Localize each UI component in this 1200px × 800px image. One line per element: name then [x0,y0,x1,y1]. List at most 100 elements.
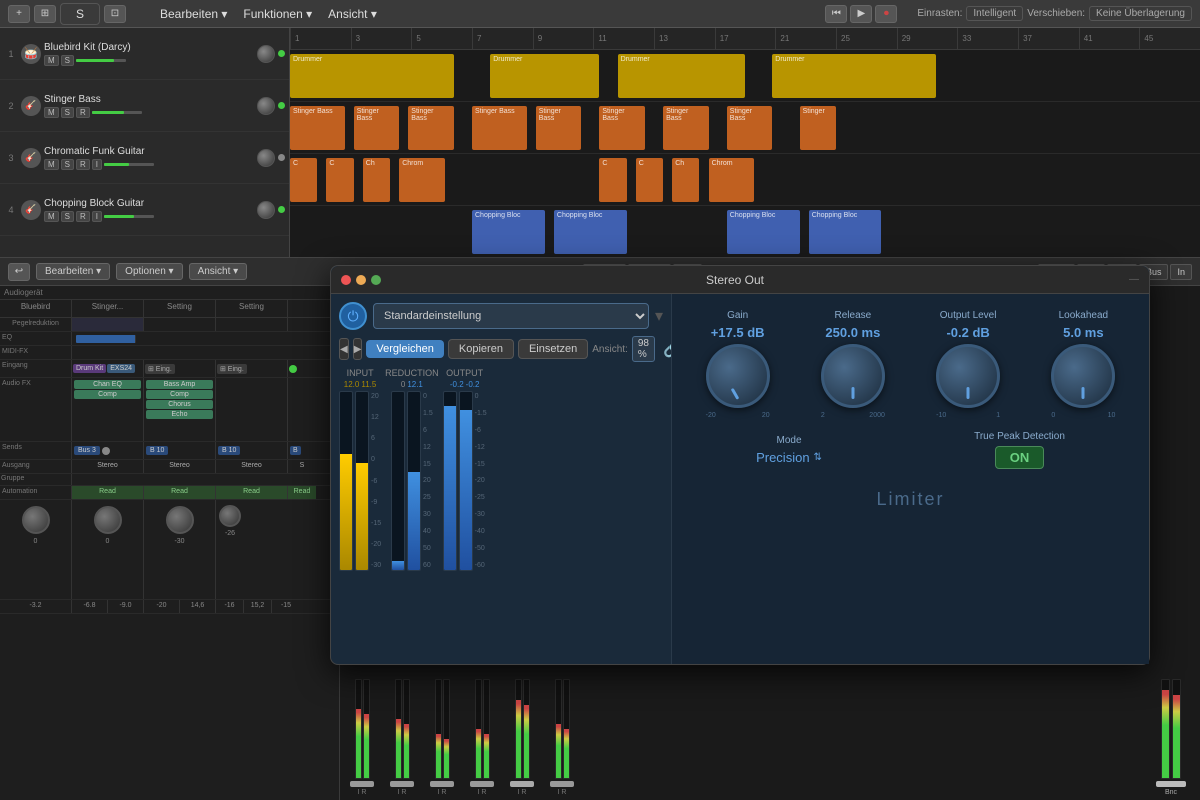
track-input-3[interactable]: I [92,159,102,170]
clip-guitar-1[interactable]: C [290,158,317,202]
track-solo-1[interactable]: S [61,55,74,66]
next-preset-button[interactable]: ▶ [353,338,363,360]
track-volume-knob-2[interactable] [257,97,275,115]
send-b[interactable]: B [290,446,301,455]
sec-view-button[interactable]: Ansicht ▾ [189,263,248,280]
comp-insert-2[interactable]: Comp [146,390,213,399]
clip-chopping-3[interactable]: Chopping Bloc [727,210,800,254]
clip-chopping-2[interactable]: Chopping Bloc [554,210,627,254]
clip-bass-3[interactable]: Stinger Bass [408,106,454,150]
library-button[interactable]: ⊞ [34,5,56,23]
close-dot[interactable] [341,275,351,285]
send-bus3[interactable]: Bus 3 [74,446,100,455]
track-volume-knob-1[interactable] [257,45,275,63]
exs24-insert[interactable]: EXS24 [107,364,135,373]
track-fader-3[interactable] [104,163,154,166]
power-button[interactable]: ⏻ [339,302,367,330]
clip-drummer-4[interactable]: Drummer [772,54,936,98]
minimize-dot[interactable] [356,275,366,285]
track-fader-2[interactable] [92,111,142,114]
track-volume-knob-3[interactable] [257,149,275,167]
send-b10-2[interactable]: B 10 [218,446,240,455]
fader-handle-2[interactable] [390,781,414,787]
clip-bass-4[interactable]: Stinger Bass [472,106,527,150]
menu-ansicht[interactable]: Ansicht ▾ [322,5,383,23]
record-button[interactable]: ⏺ [875,5,897,23]
track-fader-4[interactable] [104,215,154,218]
move-value[interactable]: Keine Überlagerung [1089,6,1192,21]
pan-knob-3[interactable] [166,506,194,534]
ausgang-ch4[interactable]: S [288,460,316,473]
play-button[interactable]: ▶ [850,5,872,23]
track-mute-2[interactable]: M [44,107,59,118]
clip-drummer-3[interactable]: Drummer [618,54,745,98]
clip-bass-1[interactable]: Stinger Bass [290,106,345,150]
bass-amp-insert[interactable]: Bass Amp [146,380,213,389]
fader-handle-1[interactable] [350,781,374,787]
chan-eq-insert[interactable]: Chan EQ [74,380,141,389]
fader-handle-5[interactable] [510,781,534,787]
clip-guitar-2[interactable]: C [326,158,353,202]
clip-bass-6[interactable]: Stinger Bass [599,106,645,150]
menu-bearbeiten[interactable]: Bearbeiten ▾ [154,5,233,23]
window-button[interactable]: ⊡ [104,5,126,23]
view-value[interactable]: 98 % [632,336,655,362]
mode-value[interactable]: Precision ⇅ [756,450,822,465]
clip-bass-5[interactable]: Stinger Bass [536,106,582,150]
clip-bass-2[interactable]: Stinger Bass [354,106,400,150]
snap-value[interactable]: Intelligent [966,6,1023,21]
chorus-insert[interactable]: Chorus [146,400,213,409]
echo-insert[interactable]: Echo [146,410,213,419]
paste-button[interactable]: Einsetzen [518,339,588,359]
pan-knob-2[interactable] [94,506,122,534]
maximize-dot[interactable] [371,275,381,285]
track-mute-1[interactable]: M [44,55,59,66]
clip-guitar-3[interactable]: Ch [363,158,390,202]
fader-handle-3[interactable] [430,781,454,787]
track-record-3[interactable]: R [76,159,90,170]
gain-knob[interactable] [706,344,770,408]
clip-drummer-1[interactable]: Drummer [290,54,454,98]
track-record-4[interactable]: R [76,211,90,222]
ausgang-ch1[interactable]: Stereo [72,460,144,473]
track-solo-2[interactable]: S [61,107,74,118]
rewind-button[interactable]: ⏮ [825,5,847,23]
comp-insert-1[interactable]: Comp [74,390,141,399]
track-fader-1[interactable] [76,59,126,62]
menu-funktionen[interactable]: Funktionen ▾ [237,5,318,23]
output-level-knob[interactable] [936,344,1000,408]
clip-guitar-5[interactable]: C [599,158,626,202]
sec-edit-button[interactable]: Bearbeiten ▾ [36,263,110,280]
track-solo-4[interactable]: S [61,211,74,222]
filter-in[interactable]: In [1170,264,1192,280]
pan-knob-4[interactable] [219,505,241,527]
automation-ch4[interactable]: Read [288,486,316,499]
send-b10-1[interactable]: B 10 [146,446,168,455]
master-fader-handle[interactable] [1156,781,1186,787]
clip-guitar-8[interactable]: Chrom [709,158,755,202]
clip-drummer-2[interactable]: Drummer [490,54,599,98]
preset-dropdown[interactable]: Standardeinstellung [373,303,649,329]
fader-handle-4[interactable] [470,781,494,787]
ausgang-ch2[interactable]: Stereo [144,460,216,473]
ausgang-ch3[interactable]: Stereo [216,460,288,473]
release-knob[interactable] [821,344,885,408]
track-solo-3[interactable]: S [61,159,74,170]
clip-guitar-4[interactable]: Chrom [399,158,445,202]
automation-ch2[interactable]: Read [144,486,216,499]
track-mute-4[interactable]: M [44,211,59,222]
prev-preset-button[interactable]: ◀ [339,338,349,360]
track-volume-knob-4[interactable] [257,201,275,219]
pan-knob-1[interactable] [22,506,50,534]
automation-ch3[interactable]: Read [216,486,288,499]
track-input-4[interactable]: I [92,211,102,222]
track-record-2[interactable]: R [76,107,90,118]
clip-bass-8[interactable]: Stinger Bass [727,106,773,150]
clip-bass-7[interactable]: Stinger Bass [663,106,709,150]
fader-handle-6[interactable] [550,781,574,787]
add-track-button[interactable]: + [8,5,30,23]
track-mute-3[interactable]: M [44,159,59,170]
clip-bass-9[interactable]: Stinger [800,106,836,150]
true-peak-value[interactable]: ON [995,446,1045,469]
clip-chopping-4[interactable]: Chopping Bloc [809,210,882,254]
